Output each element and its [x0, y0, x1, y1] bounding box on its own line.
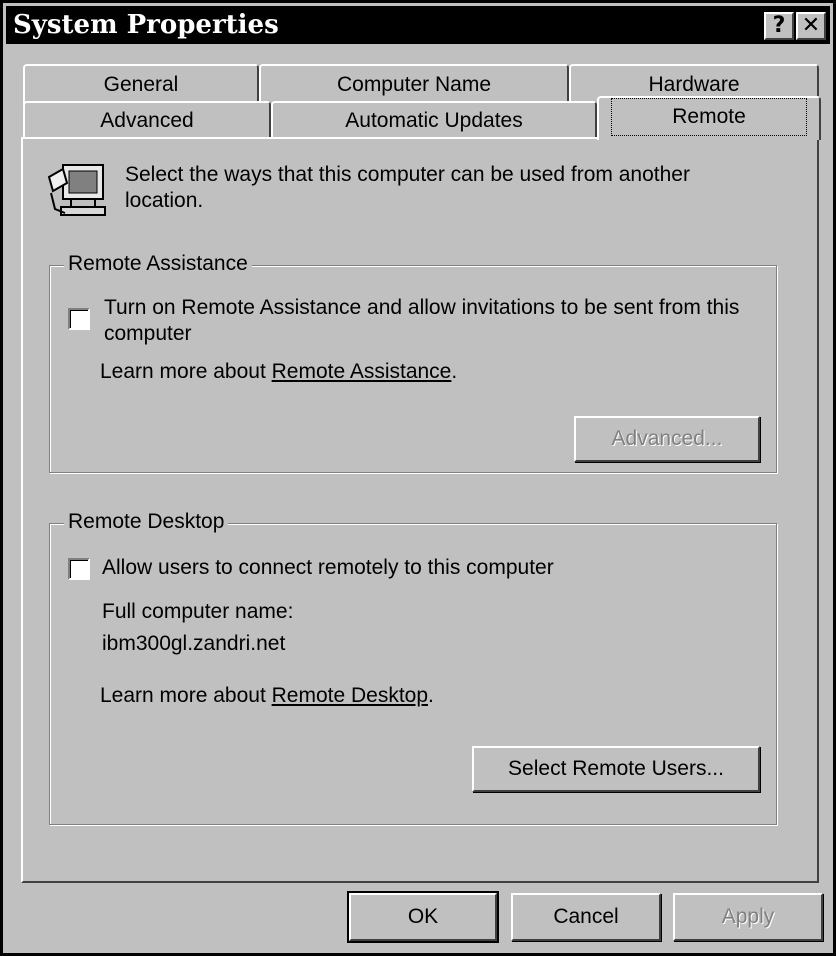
remote-desktop-checkbox-label[interactable]: Allow users to connect remotely to this … — [102, 556, 554, 580]
tab-computer-name-label: Computer Name — [336, 73, 492, 96]
tab-computer-name[interactable]: Computer Name — [259, 64, 569, 104]
remote-desktop-learn-more: Learn more about Remote Desktop. — [100, 684, 434, 708]
remote-desktop-learn-prefix: Learn more about — [100, 684, 272, 707]
apply-button-label: Apply — [721, 905, 775, 928]
remote-desktop-learn-suffix: . — [428, 684, 434, 707]
close-icon: ✕ — [801, 13, 821, 38]
remote-assistance-checkbox-label-line2[interactable]: computer — [104, 322, 192, 346]
tab-automatic-updates[interactable]: Automatic Updates — [271, 101, 597, 139]
remote-assistance-checkbox-label-line1[interactable]: Turn on Remote Assistance and allow invi… — [104, 296, 739, 320]
tab-remote[interactable]: Remote — [597, 96, 821, 140]
title-bar[interactable]: System Properties ? ✕ — [6, 6, 830, 44]
remote-assistance-learn-prefix: Learn more about — [100, 360, 272, 383]
system-properties-dialog: System Properties ? ✕ General Computer N… — [0, 0, 836, 956]
remote-desktop-checkbox[interactable] — [68, 558, 90, 580]
close-button[interactable]: ✕ — [796, 12, 826, 40]
select-remote-users-button[interactable]: Select Remote Users... — [472, 746, 760, 792]
help-icon: ? — [772, 13, 786, 38]
tab-hardware-label: Hardware — [648, 73, 740, 96]
advanced-button[interactable]: Advanced... — [574, 416, 760, 462]
intro-text-line2: location. — [125, 189, 204, 212]
full-computer-name-label: Full computer name: — [102, 600, 294, 623]
tab-advanced-label: Advanced — [100, 109, 194, 132]
tab-remote-label: Remote — [611, 98, 807, 136]
tab-general[interactable]: General — [23, 64, 259, 104]
full-computer-name-value: ibm300gl.zandri.net — [102, 632, 286, 655]
remote-tab-panel: Select the ways that this computer can b… — [21, 137, 819, 883]
help-button[interactable]: ? — [764, 12, 794, 40]
select-remote-users-button-label: Select Remote Users... — [508, 757, 724, 780]
apply-button[interactable]: Apply — [673, 893, 823, 941]
ok-button[interactable]: OK — [347, 891, 499, 943]
remote-desktop-legend: Remote Desktop — [64, 510, 229, 534]
remote-assistance-learn-suffix: . — [451, 360, 458, 383]
window-title: System Properties — [13, 10, 279, 40]
tab-advanced[interactable]: Advanced — [23, 101, 271, 139]
ok-button-label: OK — [407, 905, 439, 928]
cancel-button[interactable]: Cancel — [511, 893, 661, 941]
remote-assistance-learn-more: Learn more about Remote Assistance. — [100, 360, 457, 384]
remote-desktop-group: Remote Desktop Allow users to connect re… — [49, 510, 777, 825]
remote-desktop-link[interactable]: Remote Desktop — [272, 684, 428, 707]
intro-text-line1: Select the ways that this computer can b… — [125, 163, 690, 186]
advanced-button-label: Advanced... — [611, 427, 723, 450]
remote-assistance-legend: Remote Assistance — [64, 252, 252, 276]
tab-automatic-updates-label: Automatic Updates — [345, 109, 523, 132]
remote-assistance-link[interactable]: Remote Assistance — [272, 360, 452, 383]
cancel-button-label: Cancel — [553, 905, 619, 928]
tab-general-label: General — [103, 73, 179, 96]
remote-assistance-checkbox[interactable] — [68, 308, 90, 330]
remote-assistance-group: Remote Assistance Turn on Remote Assista… — [49, 252, 777, 473]
remote-computers-icon — [47, 164, 106, 216]
